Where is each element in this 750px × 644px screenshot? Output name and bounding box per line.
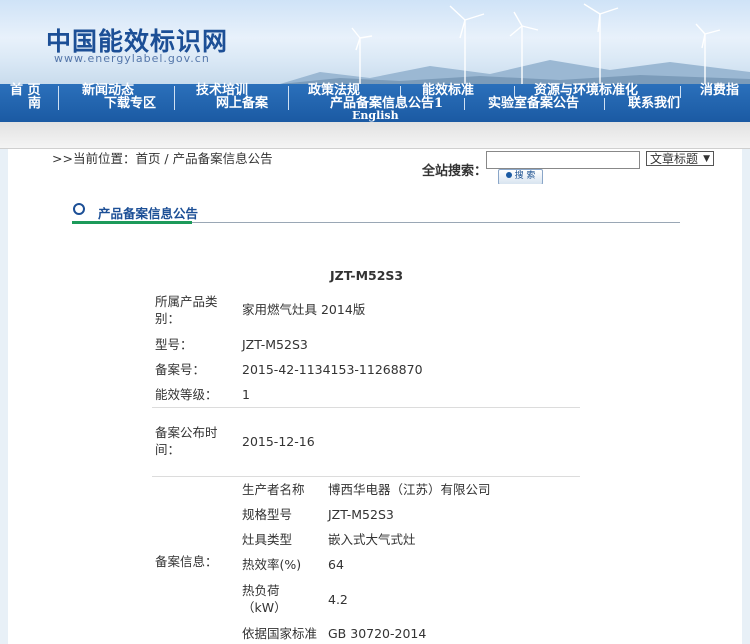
nav-separator [58,98,59,110]
nav-separator [288,86,289,98]
nav-separator [604,98,605,110]
info-value-manufacturer: 博西华电器（江苏）有限公司 [328,482,491,497]
field-label-category: 所属产品类别： [155,294,218,326]
nav-separator [680,86,681,98]
nav-contact[interactable]: 联系我们 [628,97,680,110]
nav-online-filing[interactable]: 网上备案 [216,97,268,110]
info-value-heat-load: 4.2 [328,592,348,607]
field-value-category: 家用燃气灶具 2014版 [242,302,366,317]
search-input[interactable] [486,151,640,169]
info-value-thermal-efficiency: 64 [328,557,344,572]
search-icon [505,171,512,178]
content-card [47,184,701,644]
info-value-spec-model: JZT-M52S3 [328,507,394,522]
info-label-spec-model: 规格型号 [242,507,293,522]
section-underline-accent [72,221,192,224]
section-bullet-icon [73,203,85,215]
info-label-standard: 依据国家标准 [242,626,318,641]
info-label-stove-type: 灶具类型 [242,532,293,547]
main-nav: 首 页 新闻动态 技术培训 政策法规 能效标准 资源与环境标准化 消费指 南 下… [0,84,750,122]
nav-english[interactable]: English [352,110,399,121]
section-underline [192,222,680,223]
field-label-model: 型号： [155,337,193,352]
search-scope-value: 文章标题 [650,152,699,166]
section-title: 产品备案信息公告 [98,206,199,221]
breadcrumb: >>当前位置：首页 / 产品备案信息公告 [52,151,273,166]
page-side-bg-left [0,149,8,644]
site-header: 中国能效标识网 www.energylabel.gov.cn [0,0,750,84]
nav-separator [288,98,289,110]
search-button-label: 搜 索 [514,171,536,181]
field-value-publish-date: 2015-12-16 [242,434,315,449]
wind-turbines-graphic [351,3,721,84]
search-scope-select[interactable]: 文章标题 ▼ [646,151,714,166]
nav-sub-strip [0,122,750,149]
row-divider [152,476,580,477]
field-value-efficiency-grade: 1 [242,387,250,402]
info-label-manufacturer: 生产者名称 [242,482,305,497]
search-button[interactable]: 搜 索 [498,169,543,185]
nav-separator [174,98,175,110]
nav-separator [464,98,465,110]
site-logo-url: www.energylabel.gov.cn [54,52,210,65]
chevron-down-icon: ▼ [703,154,710,164]
product-title: JZT-M52S3 [330,268,404,283]
nav-consumer-guide[interactable]: 消费指 [700,84,739,97]
nav-separator [58,86,59,98]
nav-lab-filing[interactable]: 实验室备案公告 [488,97,579,110]
info-label-heat-load: 热负荷（kW） [242,583,287,615]
field-label-publish-date: 备案公布时间： [155,425,218,457]
nav-downloads[interactable]: 下载专区 [104,97,156,110]
page-side-bg-right [742,149,750,644]
info-label-thermal-efficiency: 热效率(%) [242,557,302,572]
field-label-filing-info: 备案信息： [155,554,218,569]
nav-separator [174,86,175,98]
field-value-model: JZT-M52S3 [242,337,308,352]
search-label: 全站搜索： [422,164,488,179]
field-value-filing-no: 2015-42-1134153-11268870 [242,362,423,377]
info-value-standard: GB 30720-2014 [328,626,427,641]
field-label-filing-no: 备案号： [155,362,206,377]
info-value-stove-type: 嵌入式大气式灶 [328,532,416,547]
nav-consumer-guide-cont[interactable]: 南 [28,97,41,110]
field-label-efficiency-grade: 能效等级： [155,387,218,402]
row-divider [152,407,580,408]
